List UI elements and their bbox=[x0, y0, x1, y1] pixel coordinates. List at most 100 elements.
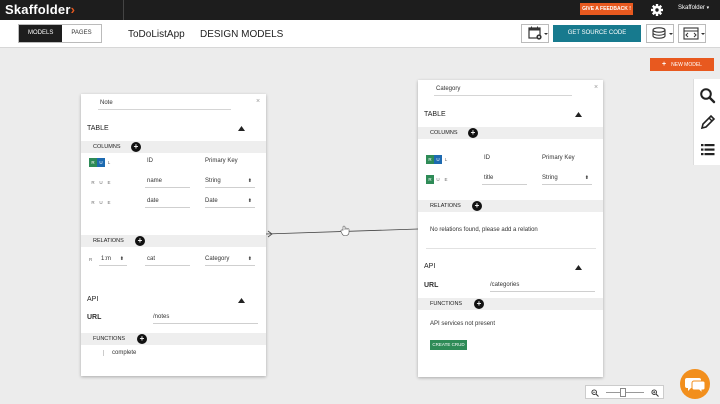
create-crud-button[interactable]: CREATE CRUD bbox=[430, 340, 467, 350]
models-canvas[interactable]: + NEW MODEL Note × TABLE COLUMNS + R U L… bbox=[0, 49, 720, 404]
database-button[interactable] bbox=[646, 24, 674, 43]
give-feedback-button[interactable]: GIVE A FEEDBACK ! bbox=[580, 3, 633, 15]
required-flag[interactable]: R bbox=[426, 155, 434, 164]
relation-name-input[interactable]: cat bbox=[145, 256, 190, 266]
column-type: Primary Key bbox=[542, 155, 575, 161]
new-model-label: NEW MODEL bbox=[671, 62, 702, 68]
select-arrows-icon: ⬍ bbox=[584, 175, 589, 181]
add-column-button[interactable]: + bbox=[468, 128, 478, 138]
chevron-up-icon[interactable] bbox=[238, 126, 245, 131]
required-flag[interactable]: R bbox=[89, 198, 97, 207]
functions-label: FUNCTIONS bbox=[93, 336, 126, 342]
zoom-out-icon[interactable] bbox=[591, 389, 599, 397]
zoom-slider-handle[interactable] bbox=[620, 388, 626, 397]
column-name: ID bbox=[484, 155, 490, 161]
gear-icon[interactable] bbox=[650, 1, 664, 19]
toolbar: MODELS PAGES ToDoListApp DESIGN MODELS G… bbox=[0, 20, 720, 48]
add-relation-button[interactable]: + bbox=[135, 236, 145, 246]
relation-row: R 1:m ⬍ cat Category ⬍ bbox=[81, 254, 266, 268]
unique-flag[interactable]: U bbox=[434, 155, 442, 164]
api-url-row: URL /categories bbox=[418, 280, 603, 294]
required-flag[interactable]: R bbox=[89, 178, 97, 187]
topbar-divider bbox=[123, 0, 124, 20]
chevron-up-icon[interactable] bbox=[575, 265, 582, 270]
close-icon[interactable]: × bbox=[594, 84, 598, 91]
unique-flag[interactable]: U bbox=[97, 158, 105, 167]
api-label: API bbox=[424, 263, 436, 270]
encrypted-flag[interactable]: E bbox=[105, 178, 113, 187]
column-row: R U E title String ⬍ bbox=[418, 173, 603, 187]
zoom-in-icon[interactable] bbox=[651, 389, 659, 397]
column-flags: R U E bbox=[89, 198, 113, 207]
list-flag[interactable]: L bbox=[105, 158, 113, 167]
url-label: URL bbox=[424, 282, 439, 289]
function-name: complete bbox=[112, 350, 137, 356]
app-logo[interactable]: Skaffolder› bbox=[5, 2, 75, 17]
api-url-input[interactable]: /notes bbox=[153, 314, 258, 324]
column-type-select[interactable]: Date ⬍ bbox=[205, 198, 255, 208]
section-divider bbox=[426, 248, 596, 249]
column-row: R U E name String ⬍ bbox=[81, 176, 266, 190]
column-type-select[interactable]: String ⬍ bbox=[542, 175, 592, 185]
functions-empty-message: API services not present bbox=[430, 321, 496, 327]
column-type: Primary Key bbox=[205, 158, 238, 164]
add-function-button[interactable]: + bbox=[474, 299, 484, 309]
pencil-icon[interactable] bbox=[699, 114, 716, 131]
columns-label: COLUMNS bbox=[430, 130, 458, 136]
encrypted-flag[interactable]: E bbox=[442, 175, 450, 184]
page-title: DESIGN MODELS bbox=[200, 29, 284, 40]
get-source-code-button[interactable]: GET SOURCE CODE bbox=[553, 25, 641, 42]
column-name-input[interactable]: name bbox=[145, 178, 190, 188]
add-relation-button[interactable]: + bbox=[472, 201, 482, 211]
relations-header: RELATIONS + bbox=[418, 200, 603, 212]
functions-header: FUNCTIONS + bbox=[418, 298, 603, 310]
search-icon[interactable] bbox=[699, 87, 716, 104]
add-function-button[interactable]: + bbox=[137, 334, 147, 344]
required-flag[interactable]: R bbox=[89, 158, 97, 167]
tab-pages[interactable]: PAGES bbox=[62, 25, 101, 42]
user-menu[interactable]: Skaffolder ▾ bbox=[678, 5, 709, 11]
api-url-row: URL /notes bbox=[81, 312, 266, 326]
database-icon bbox=[652, 27, 673, 39]
function-item[interactable]: complete bbox=[103, 350, 136, 356]
required-flag[interactable]: R bbox=[426, 175, 434, 184]
model-name-input[interactable]: Category bbox=[434, 86, 572, 96]
user-name: Skaffolder bbox=[678, 5, 705, 11]
column-type-value: String bbox=[205, 178, 221, 184]
calendar-settings-button[interactable] bbox=[521, 24, 549, 43]
chevron-up-icon[interactable] bbox=[575, 112, 582, 117]
column-type-select[interactable]: String ⬍ bbox=[205, 178, 255, 188]
code-icon bbox=[683, 27, 705, 40]
url-label: URL bbox=[87, 314, 102, 321]
api-url-input[interactable]: /categories bbox=[490, 282, 595, 292]
unique-flag[interactable]: U bbox=[434, 175, 442, 184]
project-name: ToDoListApp bbox=[128, 29, 185, 40]
relation-target-select[interactable]: Category ⬍ bbox=[205, 256, 255, 266]
logo-chevron-icon: › bbox=[70, 2, 76, 17]
column-flags: R U L bbox=[89, 158, 113, 167]
select-arrows-icon: ⬍ bbox=[247, 198, 252, 204]
list-icon[interactable] bbox=[699, 141, 716, 158]
encrypted-flag[interactable]: E bbox=[105, 198, 113, 207]
functions-header: FUNCTIONS + bbox=[81, 333, 266, 345]
model-card-category[interactable]: Category × TABLE COLUMNS + R U L ID Prim… bbox=[418, 80, 603, 377]
column-name-input[interactable]: date bbox=[145, 198, 190, 208]
column-name: ID bbox=[147, 158, 153, 164]
tab-models[interactable]: MODELS bbox=[19, 25, 63, 42]
relation-required-flag[interactable]: R bbox=[89, 257, 92, 267]
api-label: API bbox=[87, 296, 99, 303]
unique-flag[interactable]: U bbox=[97, 178, 105, 187]
code-settings-button[interactable] bbox=[678, 24, 706, 43]
model-card-note[interactable]: Note × TABLE COLUMNS + R U L ID Primary … bbox=[81, 94, 266, 376]
list-flag[interactable]: L bbox=[442, 155, 450, 164]
chevron-up-icon[interactable] bbox=[238, 298, 245, 303]
add-column-button[interactable]: + bbox=[131, 142, 141, 152]
relations-header: RELATIONS + bbox=[81, 235, 266, 247]
relation-cardinality-select[interactable]: 1:m ⬍ bbox=[99, 256, 127, 266]
model-name-input[interactable]: Note bbox=[98, 100, 231, 110]
column-name-input[interactable]: title bbox=[482, 175, 527, 185]
new-model-button[interactable]: + NEW MODEL bbox=[650, 58, 714, 71]
unique-flag[interactable]: U bbox=[97, 198, 105, 207]
chat-support-button[interactable] bbox=[680, 369, 710, 399]
close-icon[interactable]: × bbox=[256, 98, 260, 105]
